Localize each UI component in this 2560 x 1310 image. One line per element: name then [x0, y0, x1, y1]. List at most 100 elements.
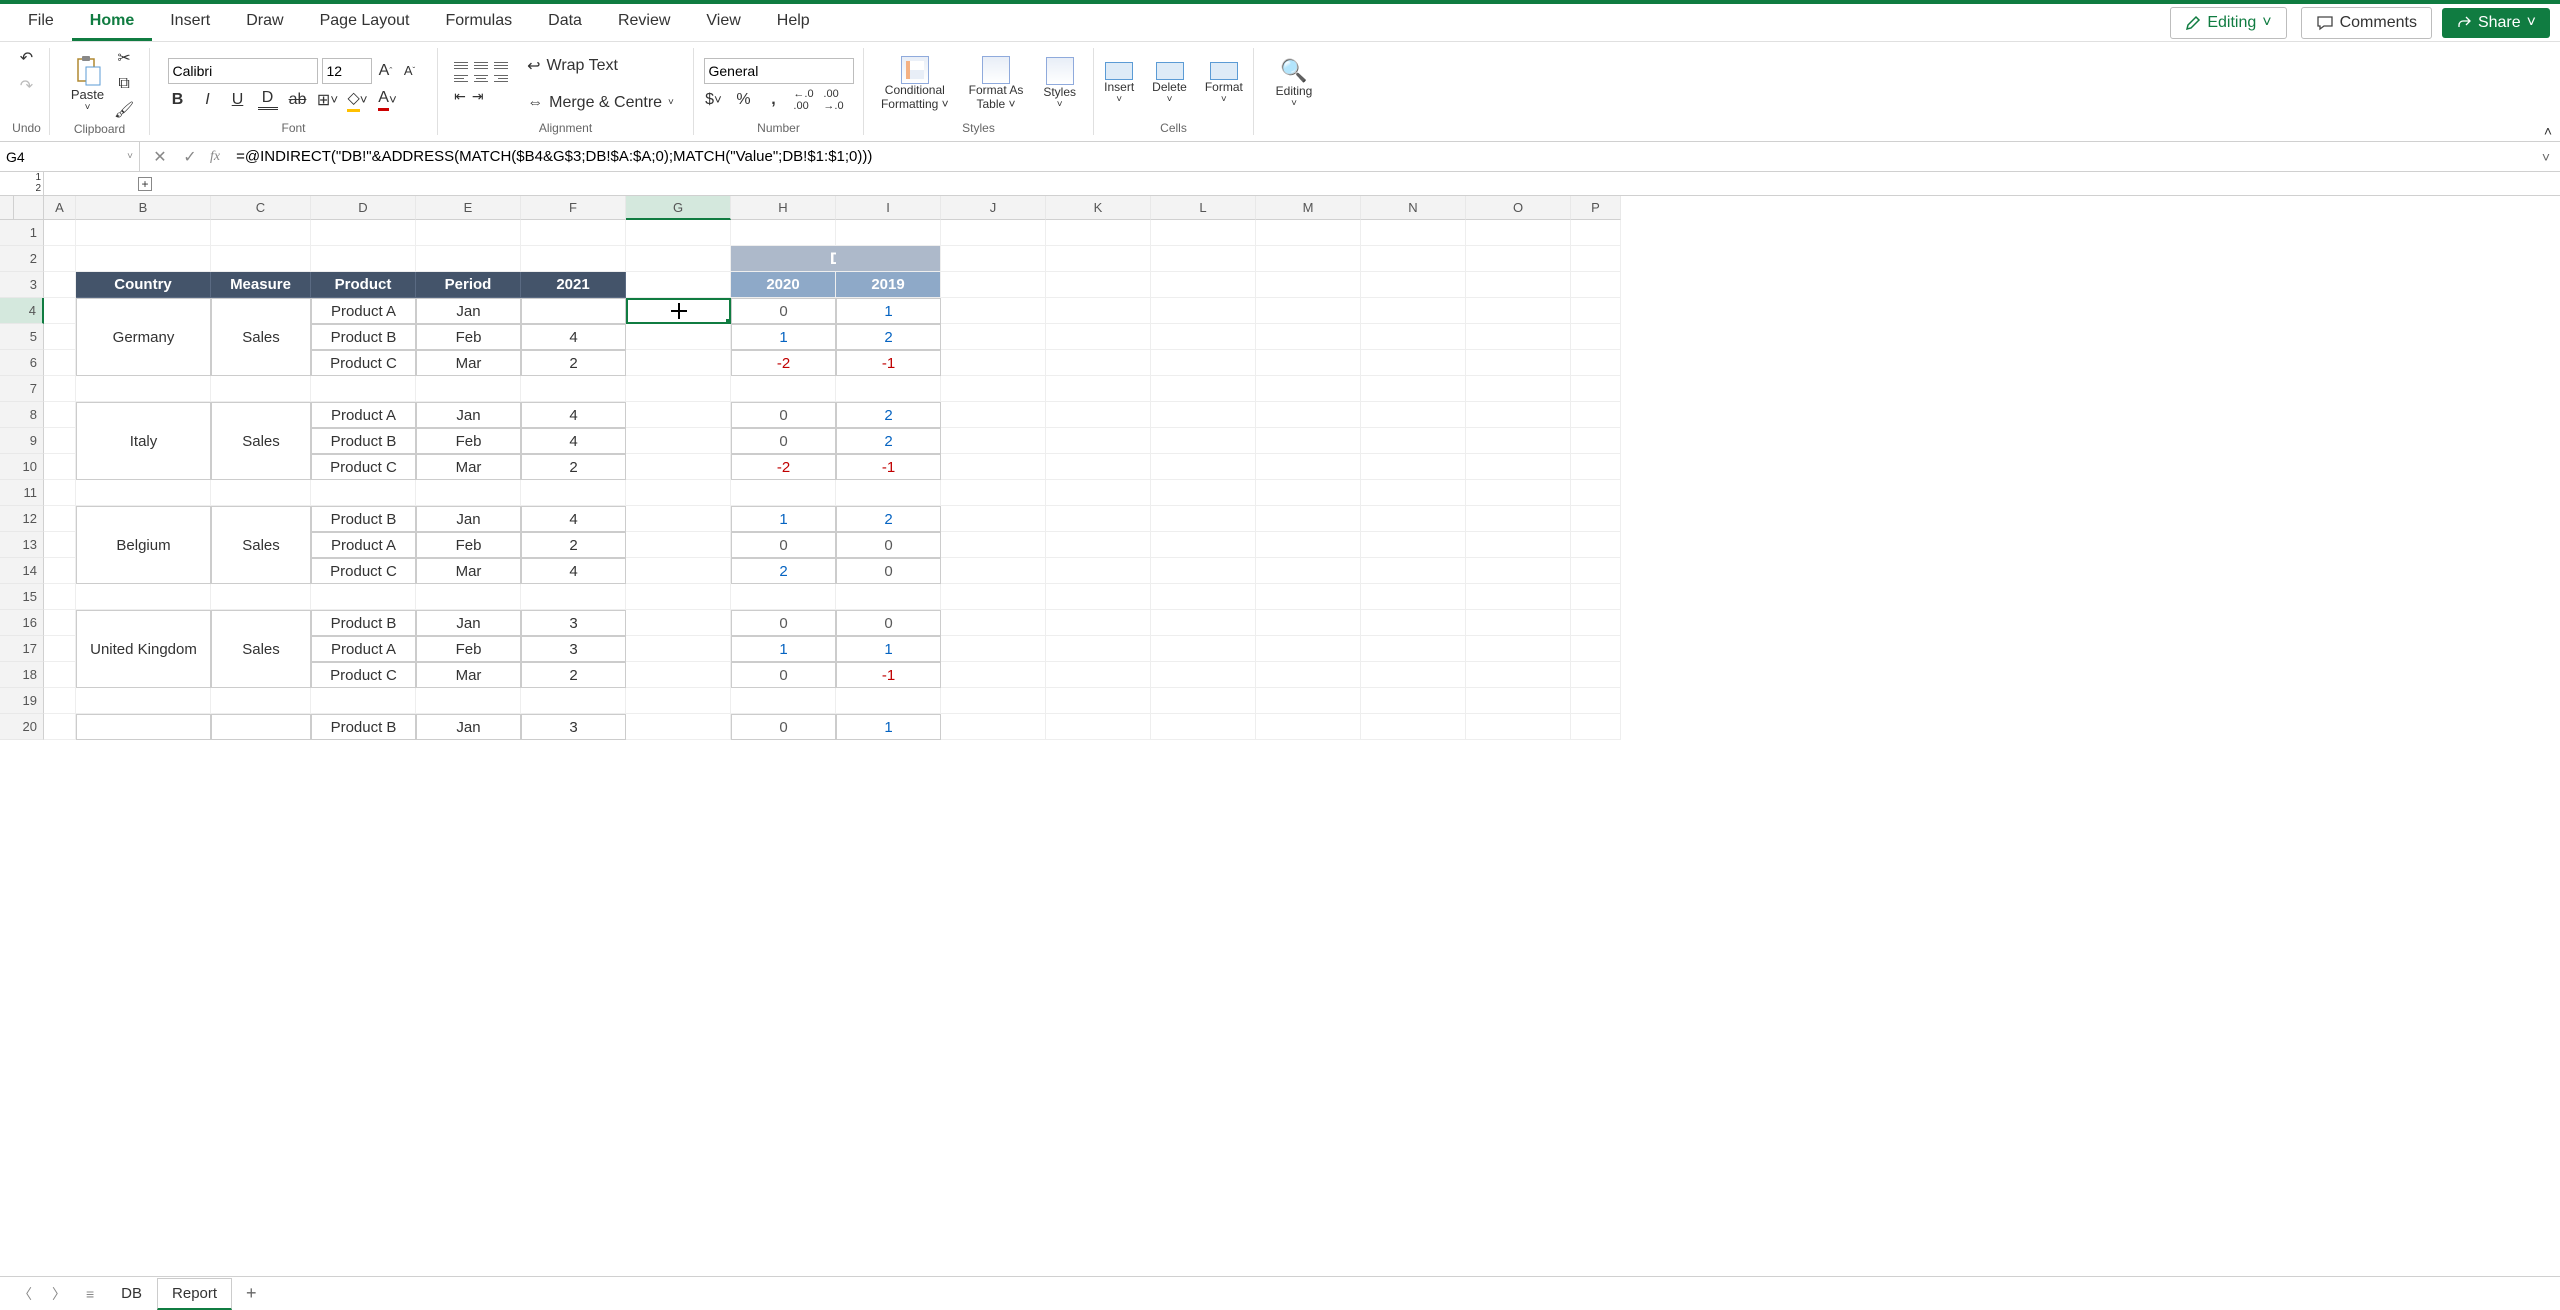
cell-K1[interactable]	[1046, 220, 1151, 246]
cell-O19[interactable]	[1466, 688, 1571, 714]
cell-A10[interactable]	[44, 454, 76, 480]
format-cells-button[interactable]: Format ˅	[1199, 58, 1249, 109]
cell-P14[interactable]	[1571, 558, 1621, 584]
increase-decimal-button[interactable]: ←.0.00	[794, 90, 814, 110]
cell-G5[interactable]	[626, 324, 731, 350]
strikethrough-button[interactable]: ab	[288, 90, 308, 110]
cell-B11[interactable]	[76, 480, 211, 506]
cell-A16[interactable]	[44, 610, 76, 636]
wrap-text-button[interactable]: ↩ Wrap Text	[523, 52, 678, 80]
cell-G14[interactable]	[626, 558, 731, 584]
ribbon-tab-file[interactable]: File	[10, 4, 72, 41]
column-header-C[interactable]: C	[211, 196, 311, 220]
cell-E2[interactable]	[416, 246, 521, 272]
cell-H2[interactable]: D	[731, 246, 836, 272]
ribbon-tab-view[interactable]: View	[688, 4, 758, 41]
cell-D13[interactable]: Product A	[311, 532, 416, 558]
cell-F5[interactable]: 4	[521, 324, 626, 350]
cell-N1[interactable]	[1361, 220, 1466, 246]
font-color-button[interactable]: A˅	[378, 90, 398, 110]
cell-M7[interactable]	[1256, 376, 1361, 402]
cell-C11[interactable]	[211, 480, 311, 506]
row-header-4[interactable]: 4	[0, 298, 44, 324]
cell-H12[interactable]: 1	[731, 506, 836, 532]
sheet-tab-report[interactable]: Report	[157, 1278, 232, 1310]
cell-L20[interactable]	[1151, 714, 1256, 740]
column-header-G[interactable]: G	[626, 196, 731, 220]
cell-H17[interactable]: 1	[731, 636, 836, 662]
cell-H18[interactable]: 0	[731, 662, 836, 688]
cell-A20[interactable]	[44, 714, 76, 740]
redo-button[interactable]: ↷	[17, 76, 37, 96]
cell-E16[interactable]: Jan	[416, 610, 521, 636]
cell-A17[interactable]	[44, 636, 76, 662]
cell-N13[interactable]	[1361, 532, 1466, 558]
cell-I11[interactable]	[836, 480, 941, 506]
cell-A19[interactable]	[44, 688, 76, 714]
cell-K11[interactable]	[1046, 480, 1151, 506]
cell-O17[interactable]	[1466, 636, 1571, 662]
cell-O11[interactable]	[1466, 480, 1571, 506]
cell-K16[interactable]	[1046, 610, 1151, 636]
cell-N11[interactable]	[1361, 480, 1466, 506]
cell-H20[interactable]: 0	[731, 714, 836, 740]
column-header-K[interactable]: K	[1046, 196, 1151, 220]
column-header-B[interactable]: B	[76, 196, 211, 220]
cell-M2[interactable]	[1256, 246, 1361, 272]
cell-G17[interactable]	[626, 636, 731, 662]
cell-I6[interactable]: -1	[836, 350, 941, 376]
column-header-D[interactable]: D	[311, 196, 416, 220]
row-header-13[interactable]: 13	[0, 532, 44, 558]
cell-M12[interactable]	[1256, 506, 1361, 532]
cell-L17[interactable]	[1151, 636, 1256, 662]
cell-B10[interactable]	[76, 454, 211, 480]
row-header-3[interactable]: 3	[0, 272, 44, 298]
cell-M1[interactable]	[1256, 220, 1361, 246]
cell-H8[interactable]: 0	[731, 402, 836, 428]
cell-D6[interactable]: Product C	[311, 350, 416, 376]
cell-I14[interactable]: 0	[836, 558, 941, 584]
cell-I12[interactable]: 2	[836, 506, 941, 532]
cell-K19[interactable]	[1046, 688, 1151, 714]
cell-E1[interactable]	[416, 220, 521, 246]
cell-O7[interactable]	[1466, 376, 1571, 402]
cell-D3[interactable]: Product	[311, 272, 416, 298]
cell-K14[interactable]	[1046, 558, 1151, 584]
all-sheets-button[interactable]: ≡	[78, 1282, 102, 1306]
cell-M6[interactable]	[1256, 350, 1361, 376]
cell-P15[interactable]	[1571, 584, 1621, 610]
cell-M3[interactable]	[1256, 272, 1361, 298]
share-button[interactable]: Share ˅	[2442, 8, 2550, 38]
cell-B17[interactable]: United Kingdom	[76, 636, 211, 662]
cell-D14[interactable]: Product C	[311, 558, 416, 584]
row-header-9[interactable]: 9	[0, 428, 44, 454]
cell-D10[interactable]: Product C	[311, 454, 416, 480]
cell-A6[interactable]	[44, 350, 76, 376]
cell-O1[interactable]	[1466, 220, 1571, 246]
cell-P10[interactable]	[1571, 454, 1621, 480]
cell-A15[interactable]	[44, 584, 76, 610]
cell-reference-input[interactable]	[6, 149, 127, 165]
cell-P8[interactable]	[1571, 402, 1621, 428]
align-middle-button[interactable]	[473, 61, 489, 70]
cell-A9[interactable]	[44, 428, 76, 454]
cell-G12[interactable]	[626, 506, 731, 532]
cell-N5[interactable]	[1361, 324, 1466, 350]
cell-F17[interactable]: 3	[521, 636, 626, 662]
insert-cells-button[interactable]: Insert ˅	[1098, 58, 1140, 109]
cell-J6[interactable]	[941, 350, 1046, 376]
column-header-H[interactable]: H	[731, 196, 836, 220]
cell-M8[interactable]	[1256, 402, 1361, 428]
cell-F1[interactable]	[521, 220, 626, 246]
cell-D1[interactable]	[311, 220, 416, 246]
cell-E18[interactable]: Mar	[416, 662, 521, 688]
cell-J17[interactable]	[941, 636, 1046, 662]
grid[interactable]: DCountryMeasureProductPeriod202120202019…	[44, 220, 2560, 740]
cell-O20[interactable]	[1466, 714, 1571, 740]
cell-H14[interactable]: 2	[731, 558, 836, 584]
cell-G6[interactable]	[626, 350, 731, 376]
cell-M15[interactable]	[1256, 584, 1361, 610]
ribbon-tab-formulas[interactable]: Formulas	[427, 4, 530, 41]
cell-P9[interactable]	[1571, 428, 1621, 454]
cell-E8[interactable]: Jan	[416, 402, 521, 428]
